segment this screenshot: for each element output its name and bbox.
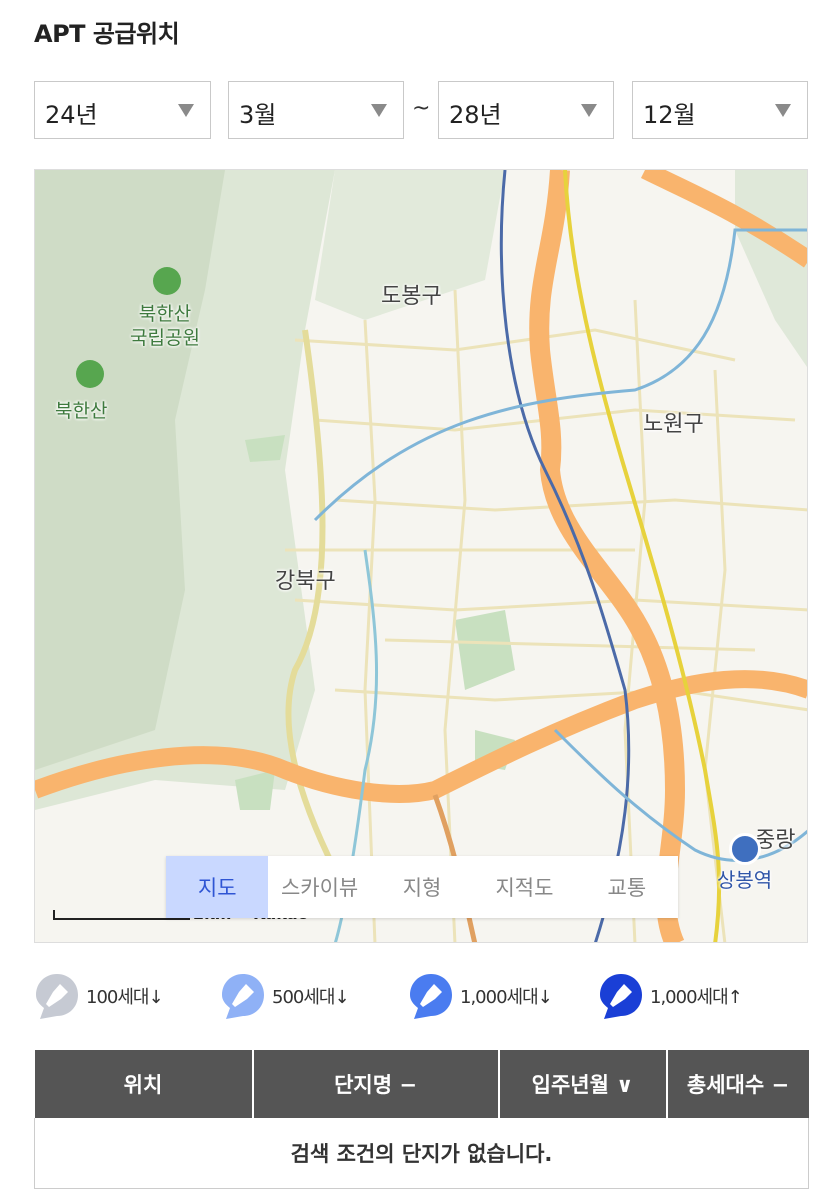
map-label-nowon: 노원구 [643, 412, 704, 437]
tab-cadastral[interactable]: 지적도 [473, 856, 575, 918]
park-marker-icon [153, 267, 181, 295]
map-label-gangbuk: 강북구 [275, 569, 336, 594]
map-label-station: 상봉역 [717, 868, 773, 892]
legend-label: 1,000세대↓ [460, 987, 553, 1008]
dropdown-arrow-icon [775, 104, 791, 117]
column-move-in-date[interactable]: 입주년월 ∨ [498, 1050, 668, 1118]
tab-skyview[interactable]: 스카이뷰 [268, 856, 370, 918]
mountain-marker-icon [76, 360, 104, 388]
start-year-value: 24년 [45, 101, 98, 129]
map-label-mountain: 북한산 [55, 400, 108, 422]
marker-pin-icon [36, 974, 78, 1019]
marker-pin-icon [410, 974, 452, 1019]
start-month-select[interactable]: 3월 [228, 81, 404, 139]
marker-pin-icon [600, 974, 642, 1019]
legend-item: 100세대↓ [34, 972, 164, 1020]
complex-table: 위치 단지명 − 입주년월 ∨ 총세대수 − 검색 조건의 단지가 없습니다. [34, 1050, 809, 1189]
end-month-value: 12월 [643, 101, 696, 129]
tab-traffic[interactable]: 교통 [576, 856, 678, 918]
dropdown-arrow-icon [178, 104, 194, 117]
range-separator: ~ [412, 96, 431, 121]
table-row: 검색 조건의 단지가 없습니다. [34, 1118, 809, 1189]
end-year-value: 28년 [449, 101, 502, 129]
map-label-park: 북한산 국립공원 [130, 303, 200, 349]
dropdown-arrow-icon [581, 104, 597, 117]
start-month-value: 3월 [239, 101, 277, 129]
page-title: APT 공급위치 [34, 20, 180, 48]
end-year-select[interactable]: 28년 [438, 81, 614, 139]
map-view[interactable]: 도봉구 노원구 강북구 중랑 북한산 국립공원 북한산 상봉역 2km Kaka… [34, 169, 808, 943]
end-month-select[interactable]: 12월 [632, 81, 808, 139]
empty-message: 검색 조건의 단지가 없습니다. [34, 1118, 809, 1189]
legend-label: 500세대↓ [272, 987, 350, 1008]
legend-item: 500세대↓ [220, 972, 350, 1020]
legend-label: 1,000세대↑ [650, 987, 743, 1008]
column-total-households[interactable]: 총세대수 − [666, 1050, 809, 1118]
dropdown-arrow-icon [371, 104, 387, 117]
household-legend: 100세대↓ 500세대↓ 1,000세대↓ 1,000세대↑ [34, 972, 808, 1028]
column-complex-name[interactable]: 단지명 − [252, 1050, 500, 1118]
map-label-jungnang: 중랑 [755, 828, 796, 853]
start-year-select[interactable]: 24년 [34, 81, 211, 139]
tab-terrain[interactable]: 지형 [371, 856, 473, 918]
legend-item: 1,000세대↓ [408, 972, 553, 1020]
map-type-tabs: 지도 스카이뷰 지형 지적도 교통 [166, 856, 678, 918]
tab-map[interactable]: 지도 [166, 856, 269, 918]
legend-item: 1,000세대↑ [598, 972, 743, 1020]
station-marker-icon [729, 833, 761, 865]
map-label-dobong: 도봉구 [381, 284, 442, 309]
column-location: 위치 [34, 1050, 254, 1118]
table-header-row: 위치 단지명 − 입주년월 ∨ 총세대수 − [34, 1050, 809, 1118]
legend-label: 100세대↓ [86, 987, 164, 1008]
marker-pin-icon [222, 974, 264, 1019]
